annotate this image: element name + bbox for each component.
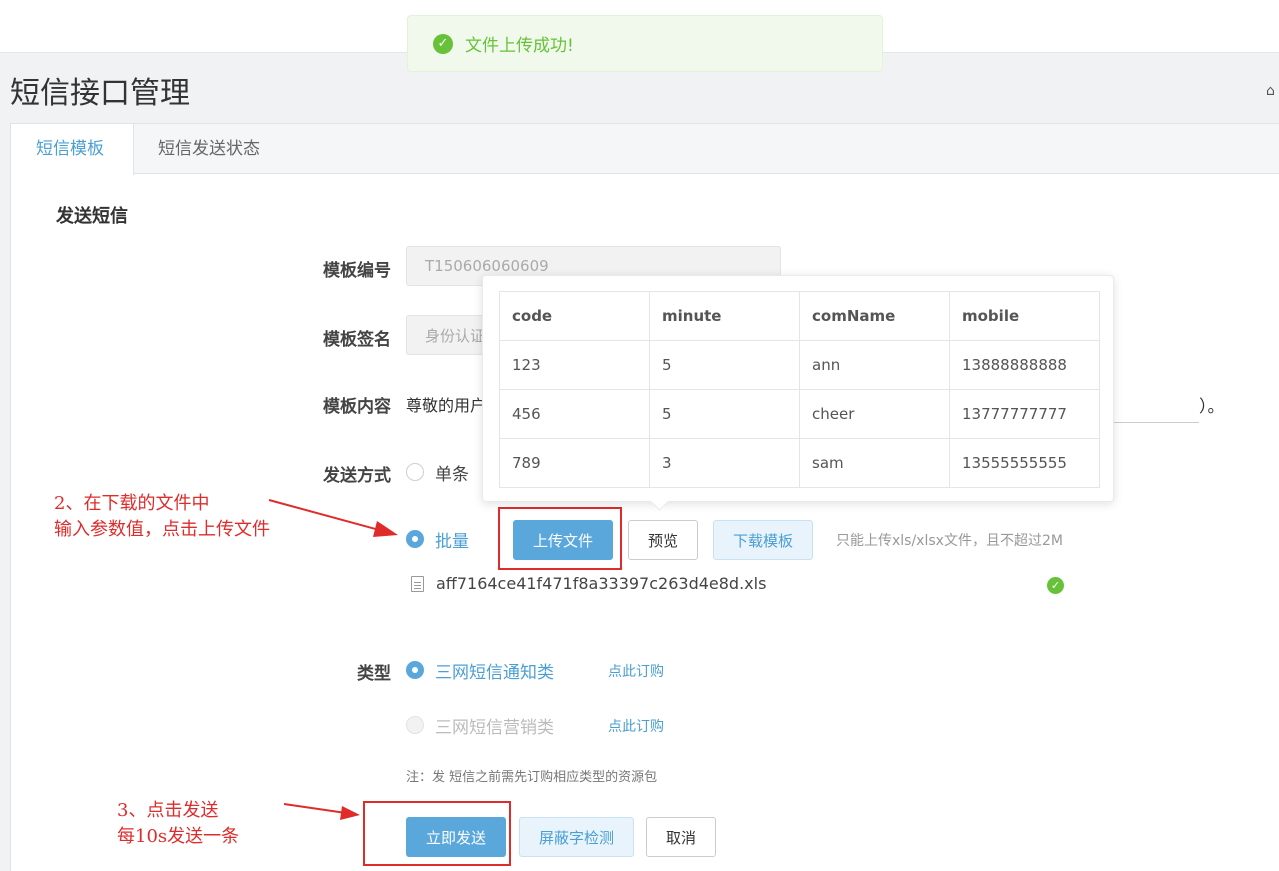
annotation-arrow-step-3 (283, 803, 360, 820)
column-header: code (499, 291, 650, 341)
send-mode-batch-radio[interactable] (406, 530, 424, 548)
table-cell: 13888888888 (949, 340, 1100, 390)
type-notification-label: 三网短信通知类 (435, 663, 554, 683)
send-mode-batch-label: 批量 (435, 532, 469, 552)
uploaded-file-name[interactable]: aff7164ce41f471f8a33397c263d4e8d.xls (436, 574, 766, 593)
template-content-tail: ）。 (1199, 397, 1225, 417)
cancel-button[interactable]: 取消 (646, 817, 716, 857)
document-icon (411, 575, 424, 592)
template-content-label: 模板内容 (323, 397, 391, 417)
home-icon[interactable]: ⌂ (1266, 83, 1275, 99)
template-content-param-input[interactable] (1111, 422, 1199, 423)
column-header: comName (799, 291, 950, 341)
send-mode-label: 发送方式 (323, 466, 391, 486)
resource-note: 注：发 短信之前需先订购相应类型的资源包 (406, 770, 658, 785)
success-check-icon: ✓ (433, 33, 453, 54)
template-content-text: 尊敬的用户 (406, 396, 487, 415)
preview-table: code minute comName mobile 123 5 ann 138… (499, 291, 1100, 488)
annotation-arrow-step-2 (268, 499, 398, 537)
upload-hint: 只能上传xls/xlsx文件，且不超过2M (836, 533, 1063, 549)
send-mode-single-radio[interactable] (406, 463, 424, 481)
annotation-step-3: 3、点击发送 每10s发送一条 (117, 800, 240, 847)
table-cell: 789 (499, 438, 650, 488)
type-marketing-radio[interactable] (406, 716, 424, 734)
table-cell: 456 (499, 389, 650, 439)
table-cell: 5 (649, 389, 800, 439)
upload-highlight-box (498, 507, 622, 570)
table-cell: 3 (649, 438, 800, 488)
tab-sms-template[interactable]: 短信模板 (11, 124, 134, 175)
column-header: mobile (949, 291, 1100, 341)
table-cell: ann (799, 340, 950, 390)
tab-sms-send-status[interactable]: 短信发送状态 (133, 124, 285, 174)
subscribe-notification-link[interactable]: 点此订购 (608, 661, 664, 681)
subscribe-marketing-link[interactable]: 点此订购 (608, 716, 664, 736)
section-title: 发送短信 (56, 206, 128, 227)
table-cell: sam (799, 438, 950, 488)
uploaded-file-item: aff7164ce41f471f8a33397c263d4e8d.xls (411, 574, 766, 593)
table-row: 789 3 sam 13555555555 (499, 438, 1100, 488)
template-sign-label: 模板签名 (323, 330, 391, 350)
type-notification-radio[interactable] (406, 661, 424, 679)
upload-success-icon: ✓ (1047, 577, 1064, 594)
table-row: 456 5 cheer 13777777777 (499, 389, 1100, 439)
page-title: 短信接口管理 (10, 76, 190, 111)
table-cell: 5 (649, 340, 800, 390)
table-cell: cheer (799, 389, 950, 439)
preview-button[interactable]: 预览 (628, 520, 698, 560)
annotation-step-2: 2、在下载的文件中 输入参数值，点击上传文件 (54, 493, 270, 540)
send-mode-single-label: 单条 (435, 465, 469, 485)
template-id-label: 模板编号 (323, 261, 391, 281)
table-cell: 123 (499, 340, 650, 390)
tab-bar: 短信模板 短信发送状态 (11, 124, 1279, 175)
type-label: 类型 (357, 664, 391, 684)
download-template-button[interactable]: 下载模板 (713, 520, 813, 560)
preview-popover: code minute comName mobile 123 5 ann 138… (482, 275, 1114, 502)
upload-success-toast: ✓ 文件上传成功! (407, 15, 883, 72)
table-row: 123 5 ann 13888888888 (499, 340, 1100, 390)
sensitive-word-check-button[interactable]: 屏蔽字检测 (519, 817, 634, 857)
send-highlight-box (363, 801, 511, 866)
column-header: minute (649, 291, 800, 341)
type-marketing-label: 三网短信营销类 (435, 718, 554, 738)
table-cell: 13555555555 (949, 438, 1100, 488)
toast-message: 文件上传成功! (465, 36, 574, 56)
table-cell: 13777777777 (949, 389, 1100, 439)
table-header-row: code minute comName mobile (499, 291, 1100, 341)
